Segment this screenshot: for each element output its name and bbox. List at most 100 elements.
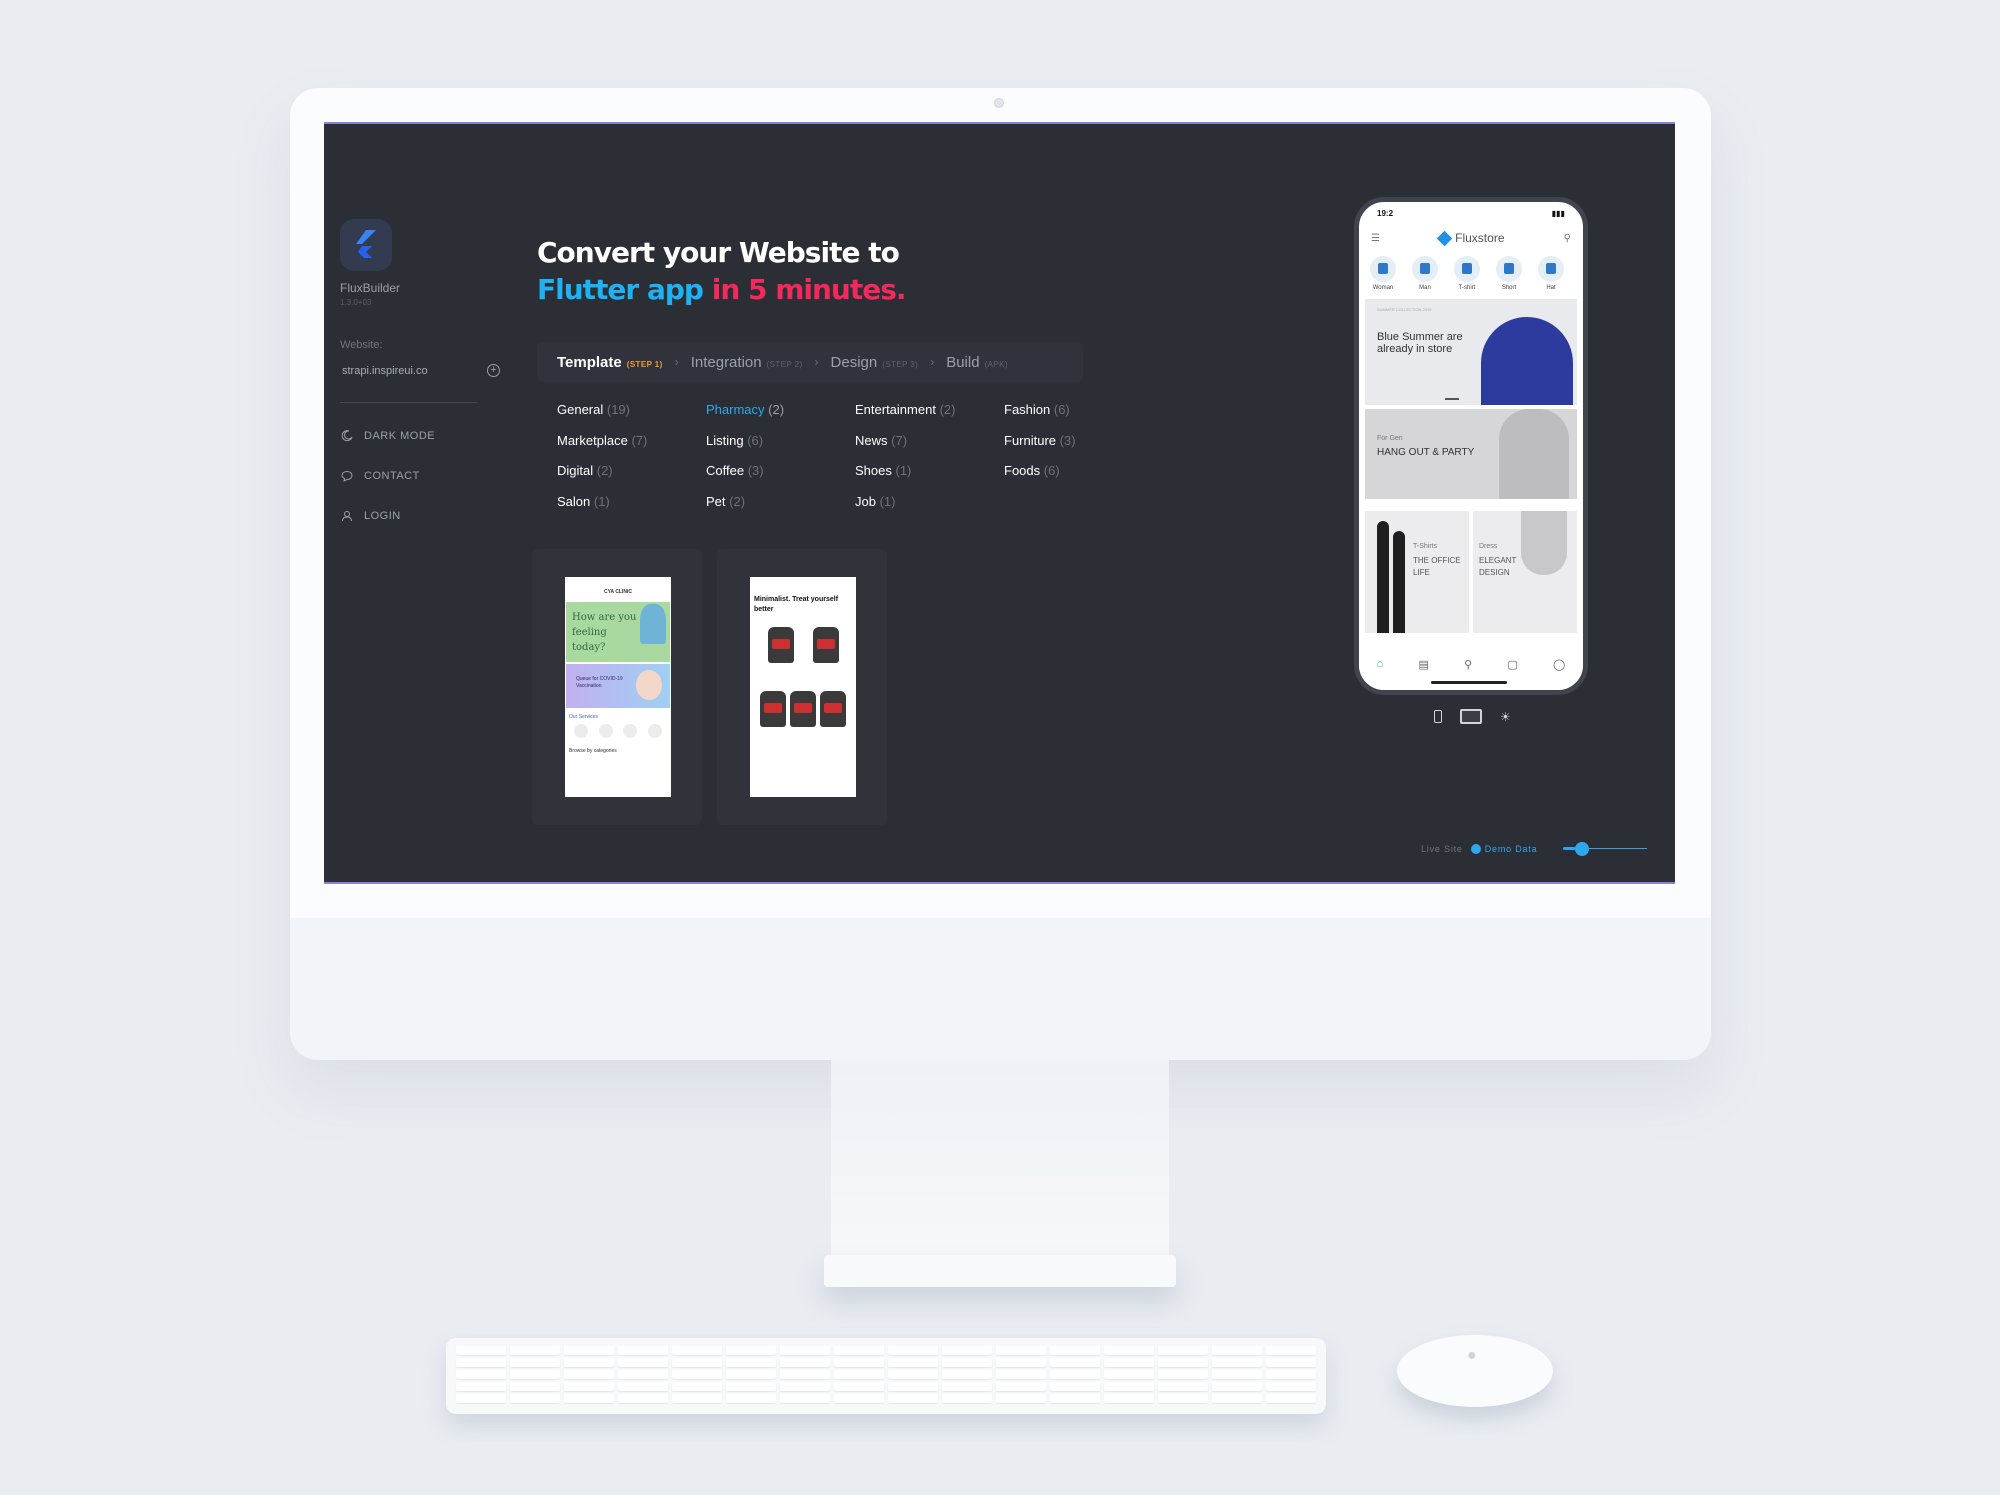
category-foods[interactable]: Foods (6) — [1004, 463, 1104, 494]
keyboard-key — [726, 1346, 776, 1355]
keyboard-key — [888, 1346, 938, 1355]
app-logo — [340, 219, 392, 271]
phone-category-man[interactable]: Man — [1409, 256, 1441, 291]
demo-data-toggle[interactable]: Demo Data — [1470, 844, 1538, 854]
step-build[interactable]: Build (APK) — [946, 354, 1008, 371]
step-badge: (STEP 2) — [766, 359, 803, 369]
category-job[interactable]: Job (1) — [855, 494, 1004, 525]
phone-category-hat[interactable]: Hat — [1535, 256, 1567, 291]
keyboard-key — [510, 1394, 560, 1403]
keyboard-key — [672, 1358, 722, 1367]
category-name: Listing — [706, 432, 744, 448]
imac-stand — [831, 1060, 1169, 1260]
keyboard-key — [1158, 1346, 1208, 1355]
app-version: 1.3.0+03 — [340, 298, 372, 307]
category-pet[interactable]: Pet (2) — [706, 494, 855, 525]
step-integration[interactable]: Integration (STEP 2) — [691, 354, 803, 371]
category-icon[interactable]: ▤ — [1418, 658, 1428, 690]
category-digital[interactable]: Digital (2) — [557, 463, 706, 494]
headline-line-1: Convert your Website to — [537, 236, 900, 269]
keyboard-key — [510, 1358, 560, 1367]
keyboard-key — [726, 1358, 776, 1367]
tile-text: THE OFFICE LIFE — [1413, 556, 1461, 577]
category-name: News — [855, 432, 888, 448]
keyboard-key — [1212, 1382, 1262, 1391]
menu-icon[interactable]: ☰ — [1371, 233, 1380, 244]
category-listing[interactable]: Listing (6) — [706, 433, 855, 464]
category-news[interactable]: News (7) — [855, 433, 1004, 464]
profile-icon[interactable]: ◯ — [1553, 658, 1565, 690]
category-name: Salon — [557, 493, 591, 509]
category-label: Hat — [1546, 285, 1556, 291]
step-badge: (APK) — [984, 359, 1008, 369]
website-value[interactable]: strapi.inspireui.co — [342, 365, 428, 377]
keyboard-key — [618, 1394, 668, 1403]
service-icon — [623, 724, 638, 738]
category-name: Marketplace — [557, 432, 628, 448]
home-icon[interactable]: ⌂ — [1377, 658, 1384, 690]
search-icon[interactable]: ⚲ — [1564, 233, 1571, 244]
keyboard-key — [510, 1382, 560, 1391]
category-salon[interactable]: Salon (1) — [557, 494, 706, 525]
category-name: Digital — [557, 463, 594, 478]
clinic-services-label: Our Services — [569, 714, 598, 720]
sidebar-divider — [340, 402, 477, 403]
model-image — [1481, 317, 1573, 405]
banner-summer[interactable]: SUMMER COLLECTION 2019 Blue Summer are a… — [1365, 299, 1577, 405]
search-icon[interactable]: ⚲ — [1464, 658, 1472, 690]
keyboard-key — [672, 1346, 722, 1355]
phone-status-bar: 19:2 ▮▮▮ — [1359, 202, 1583, 224]
nav-login-label: LOGIN — [364, 510, 401, 522]
category-label: Short — [1501, 285, 1517, 291]
phone-category-woman[interactable]: Woman — [1367, 256, 1399, 291]
category-entertainment[interactable]: Entertainment (2) — [855, 402, 1004, 433]
banner-tag: For Gen — [1377, 435, 1403, 442]
category-pharmacy[interactable]: Pharmacy (2) — [706, 402, 855, 433]
phone-category-t-shirt[interactable]: T-shirt — [1451, 256, 1483, 291]
category-label: Woman — [1372, 285, 1394, 291]
banner-party[interactable]: For Gen HANG OUT & PARTY — [1365, 409, 1577, 499]
imac-stand-foot — [824, 1255, 1176, 1287]
cart-icon[interactable]: ▢ — [1507, 658, 1517, 690]
keyboard-key — [618, 1346, 668, 1355]
home-indicator — [1431, 681, 1507, 684]
data-slider[interactable] — [1563, 842, 1648, 856]
sun-icon[interactable]: ☀ — [1500, 710, 1511, 724]
slider-knob[interactable] — [1574, 842, 1589, 856]
category-furniture[interactable]: Furniture (3) — [1004, 433, 1104, 464]
keyboard-key — [996, 1382, 1046, 1391]
nav-dark-mode[interactable]: DARK MODE — [340, 429, 480, 443]
keyboard-key — [456, 1358, 506, 1367]
step-badge: (STEP 1) — [626, 359, 663, 369]
template-card-clinic[interactable]: CYA CLINIC How are you feeling today? Qu… — [532, 549, 702, 825]
banner-text: Blue Summer are already in store — [1377, 331, 1463, 355]
phone-category-short[interactable]: Short — [1493, 256, 1525, 291]
tile-dress[interactable]: Dress ELEGANT DESIGN — [1473, 511, 1577, 633]
tablet-view-icon[interactable] — [1460, 709, 1482, 724]
keyboard-key — [564, 1358, 614, 1367]
category-shoes[interactable]: Shoes (1) — [855, 463, 1004, 494]
add-website-icon[interactable]: + — [487, 364, 500, 377]
category-fashion[interactable]: Fashion (6) — [1004, 402, 1104, 433]
sidebar: FluxBuilder 1.3.0+03 Website: strapi.ins… — [340, 219, 500, 523]
footer-bar: Live Site Demo Data — [1421, 842, 1648, 856]
category-count: (2) — [939, 402, 956, 417]
moon-icon — [340, 429, 354, 443]
tile-tshirts[interactable]: T-Shirts THE OFFICE LIFE — [1365, 511, 1469, 633]
imac-chin — [290, 918, 1711, 1060]
category-marketplace[interactable]: Marketplace (7) — [557, 433, 706, 464]
category-general[interactable]: General (19) — [557, 402, 706, 433]
category-coffee[interactable]: Coffee (3) — [706, 463, 855, 494]
phone-view-icon[interactable] — [1434, 710, 1442, 723]
step-template[interactable]: Template (STEP 1) — [557, 354, 663, 371]
nav-login[interactable]: LOGIN — [340, 509, 480, 523]
step-design[interactable]: Design (STEP 3) — [831, 354, 919, 371]
keyboard-key — [618, 1382, 668, 1391]
template-card-supplement[interactable]: Minimalist. Treat yourself better — [717, 549, 887, 825]
keyboard-key — [1104, 1382, 1154, 1391]
keyboard-key — [510, 1370, 560, 1379]
live-site-toggle[interactable]: Live Site — [1421, 844, 1463, 854]
keyboard-key — [1212, 1394, 1262, 1403]
nav-contact[interactable]: CONTACT — [340, 469, 480, 483]
category-count: (6) — [747, 432, 764, 448]
